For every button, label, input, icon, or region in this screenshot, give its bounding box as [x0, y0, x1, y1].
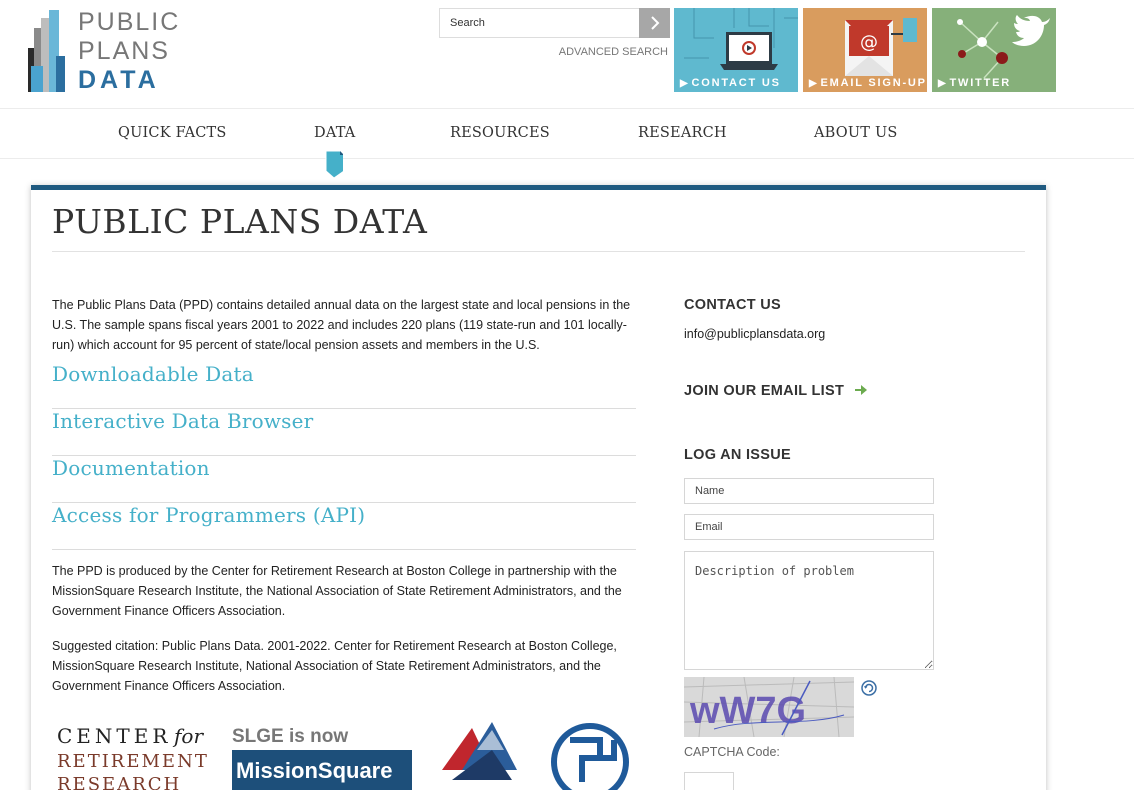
citation-paragraph: Suggested citation: Public Plans Data. 2…	[52, 639, 617, 693]
email-signup-text: EMAIL SIGN-UP	[820, 77, 927, 89]
join-email-list-link[interactable]: JOIN OUR EMAIL LIST	[684, 383, 844, 399]
refresh-icon[interactable]	[861, 680, 877, 696]
email-signup-tile[interactable]: @ ▶ EMAIL SIGN-UP	[803, 8, 927, 92]
logo-line-3: DATA	[78, 66, 160, 94]
credit-paragraph: The PPD is produced by the Center for Re…	[52, 564, 622, 618]
link-interactive-data-browser[interactable]: Interactive Data Browser	[52, 409, 636, 456]
crr-for: for	[172, 724, 204, 748]
active-nav-marker-icon	[325, 151, 343, 179]
captcha-text: wW7G	[689, 690, 806, 732]
captcha-image: wW7G	[684, 677, 854, 737]
content-panel: PUBLIC PLANS DATA The Public Plans Data …	[31, 185, 1046, 790]
nav-item-data[interactable]: DATA	[314, 125, 355, 141]
search-input[interactable]	[440, 9, 639, 37]
crr-line-2: RETIREMENT	[57, 751, 209, 772]
main-nav: QUICK FACTS DATA RESOURCES RESEARCH ABOU…	[0, 108, 1134, 159]
logo-line-1: PUBLIC	[78, 8, 181, 36]
contact-us-label: ▶ CONTACT US	[680, 77, 781, 89]
log-issue-heading: LOG AN ISSUE	[684, 447, 791, 463]
intro-paragraph: The Public Plans Data (PPD) contains det…	[52, 298, 631, 352]
nav-item-resources[interactable]: RESOURCES	[450, 125, 550, 141]
chevron-right-icon	[650, 16, 659, 30]
partner-logos: CENTER for RETIREMENT RESEARCH SLGE is n…	[52, 710, 637, 790]
twitter-label: ▶ TWITTER	[938, 77, 1011, 89]
slge-line-1: SLGE is now	[232, 726, 348, 747]
search-submit-button[interactable]	[639, 8, 670, 38]
logo-bars-icon	[28, 10, 65, 92]
partner-logos-strip: CENTER for RETIREMENT RESEARCH SLGE is n…	[52, 710, 637, 790]
slge-line-2: MissionSquare	[236, 758, 392, 783]
site-logo[interactable]: PUBLIC PLANS DATA	[26, 8, 186, 94]
link-interactive-data-browser-text: Interactive Data Browser	[52, 409, 314, 433]
contact-heading: CONTACT US	[684, 297, 781, 313]
description-field[interactable]	[684, 551, 934, 670]
twitter-tile[interactable]: ▶ TWITTER	[932, 8, 1056, 92]
site-header: PUBLIC PLANS DATA ADVANCED SEARCH ▶CONTA…	[0, 0, 1134, 108]
nav-item-research[interactable]: RESEARCH	[638, 125, 727, 141]
email-field[interactable]	[684, 514, 934, 540]
captcha-input[interactable]	[684, 772, 734, 790]
email-signup-label: ▶ EMAIL SIGN-UP	[809, 77, 927, 89]
contact-email-link[interactable]: info@publicplansdata.org	[684, 327, 825, 341]
svg-text:@: @	[860, 32, 878, 53]
link-api-access[interactable]: Access for Programmers (API)	[52, 503, 636, 550]
contact-us-text: CONTACT US	[691, 77, 781, 89]
link-downloadable-data[interactable]: Downloadable Data	[52, 362, 636, 409]
crr-line-1: CENTER	[57, 724, 171, 748]
crr-line-3: RESEARCH	[57, 774, 181, 790]
advanced-search-link[interactable]: ADVANCED SEARCH	[540, 46, 668, 58]
contact-us-tile[interactable]: ▶ CONTACT US	[674, 8, 798, 92]
link-documentation-text: Documentation	[52, 456, 210, 480]
nav-item-quick-facts[interactable]: QUICK FACTS	[118, 125, 227, 141]
link-documentation[interactable]: Documentation	[52, 456, 636, 503]
twitter-text: TWITTER	[949, 77, 1011, 89]
link-downloadable-data-text: Downloadable Data	[52, 362, 254, 386]
captcha-label: CAPTCHA Code:	[684, 745, 780, 759]
page-title: PUBLIC PLANS DATA	[52, 202, 428, 241]
logo-wordmark: PUBLIC PLANS DATA	[78, 8, 180, 95]
logo-line-2: PLANS	[78, 37, 170, 65]
title-divider	[52, 251, 1025, 252]
search-box	[439, 8, 670, 38]
name-field[interactable]	[684, 478, 934, 504]
link-api-access-text: Access for Programmers (API)	[52, 503, 366, 527]
nav-item-about-us[interactable]: ABOUT US	[814, 125, 898, 141]
arrow-right-icon[interactable]	[854, 384, 868, 396]
